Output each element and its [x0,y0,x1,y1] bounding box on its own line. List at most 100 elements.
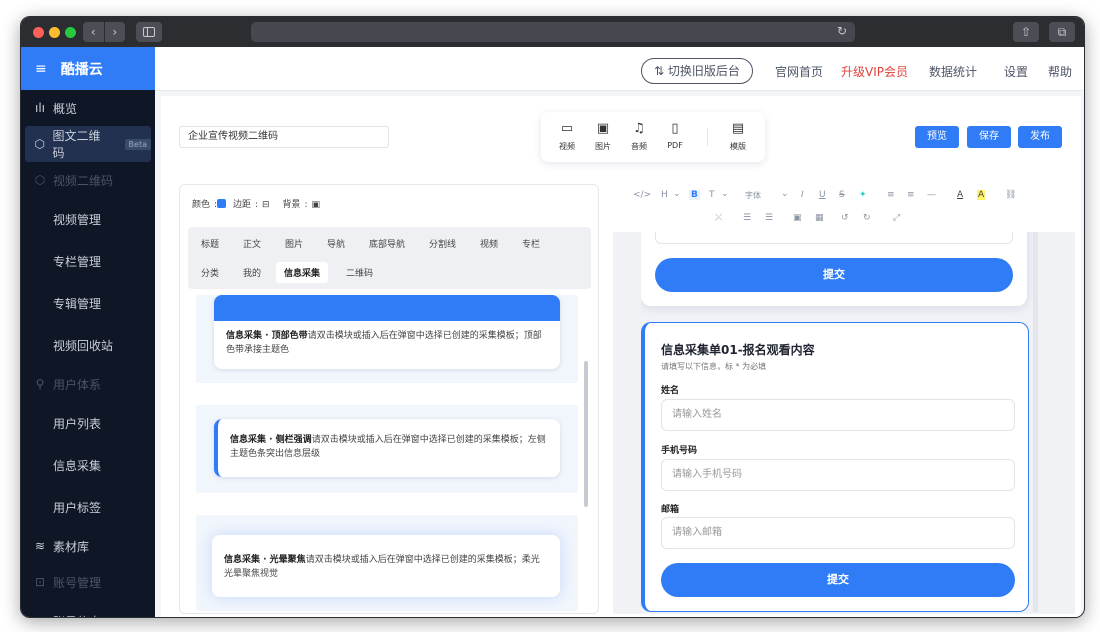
category-tab-active[interactable]: 信息采集 [276,262,329,283]
sidebar-item[interactable]: 视频回收站 [21,324,155,366]
submit-button[interactable]: 提交 [655,258,1013,292]
chevron-down-icon[interactable]: ⌄ [781,189,789,199]
sidebar-item[interactable]: 账号信息 [21,600,155,618]
category-tab[interactable]: 分类 [201,266,219,279]
title-input[interactable]: 企业宣传视频二维码 [179,126,389,148]
sidebar-item[interactable]: ⚲ 用户体系 [21,366,155,402]
insert-pdf-button[interactable]: ▯ PDF [660,121,690,150]
phone-input[interactable]: 请输入手机号码 [661,459,1015,491]
component-panel: 颜色: 边距: ⊟ 背景: ▣ 标题 正文 图片 导航 底部导航 分割线 视频 专栏… [179,184,599,614]
insert-audio-button[interactable]: ♫ 音频 [624,121,654,152]
underline-icon[interactable]: U [819,190,826,200]
chevron-down-icon[interactable]: ⌄ [721,189,729,199]
music-icon: ♫ [633,121,645,136]
table-icon[interactable]: ▦ [815,213,824,223]
redo-icon[interactable]: ↻ [863,213,871,223]
preview-scrollbar[interactable] [1033,232,1038,612]
sidebar-item[interactable]: ılı 概览 [21,90,155,126]
sidebar-item[interactable]: ⬡ 视频二维码 [21,162,155,198]
file-icon: ▯ [671,121,679,136]
back-icon[interactable]: ‹ [83,22,105,42]
top-nav: ⇅ 切换旧版后台 官网首页 升级VIP会员 数据统计 设置 帮助 [155,47,1084,91]
minimize-window-button[interactable] [49,27,60,38]
font-select[interactable]: 字体 [745,190,761,201]
heading-icon[interactable]: H [661,190,668,200]
menu-icon[interactable]: ≡ [35,61,47,77]
email-input[interactable]: 请输入邮箱 [661,517,1015,549]
text-size-icon[interactable]: T [709,190,715,200]
unordered-list-icon[interactable]: ☰ [765,213,773,223]
category-tab[interactable]: 图片 [285,237,303,250]
sidebar-toggle-button[interactable] [136,22,162,42]
category-tab[interactable]: 正文 [243,237,261,250]
sidebar-item-label: 素材库 [53,539,90,554]
share-icon[interactable]: ⇧ [1013,22,1039,42]
category-tab[interactable]: 分割线 [429,237,456,250]
clear-format-icon[interactable]: ⤬ [715,213,722,223]
background-image-icon[interactable]: ▣ [311,200,320,210]
color-swatch[interactable] [217,199,227,208]
horizontal-rule-icon[interactable]: — [927,190,936,200]
border-icon[interactable]: ⊟ [262,200,270,210]
sidebar-item[interactable]: 信息采集 [21,444,155,486]
sidebar-item[interactable]: 专栏管理 [21,240,155,282]
save-button[interactable]: 保存 [967,126,1011,148]
zoom-window-button[interactable] [65,27,76,38]
chevron-down-icon[interactable]: ⌄ [673,189,681,199]
image-icon[interactable]: ▣ [793,213,802,223]
category-tab[interactable]: 我的 [243,266,261,279]
partial-input[interactable] [655,232,1013,244]
preview-button[interactable]: 预览 [915,126,959,148]
template-item[interactable]: 信息采集 · 光晕聚焦请双击模块或插入后在弹窗中选择已创建的采集模板；柔光光晕聚… [196,515,578,611]
font-color-icon[interactable]: A [957,190,963,200]
category-tab[interactable]: 二维码 [346,266,373,279]
nav-help-link[interactable]: 帮助 [1048,63,1072,80]
form-card-selected[interactable]: 信息采集单01-报名观看内容 请填写以下信息，标 * 为必填 姓名 请输入姓名 … [641,322,1029,612]
sidebar-item[interactable]: ⊡ 账号管理 [21,564,155,600]
tabs-icon[interactable]: ⧉ [1049,22,1075,42]
magic-icon[interactable]: ✦ [859,190,867,200]
forward-icon[interactable]: › [105,22,126,42]
insert-video-button[interactable]: ▭ 视频 [552,121,582,152]
highlight-icon[interactable]: A [977,190,986,200]
sidebar-item[interactable]: ≋ 素材库 [21,528,155,564]
close-window-button[interactable] [33,27,44,38]
align-center-icon[interactable]: ≡ [907,190,915,200]
sidebar-item[interactable]: 用户标签 [21,486,155,528]
category-tab[interactable]: 导航 [327,237,345,250]
sidebar-item[interactable]: 视频管理 [21,198,155,240]
scrollbar[interactable] [584,361,588,507]
insert-image-button[interactable]: ▣ 图片 [588,121,618,152]
source-code-icon[interactable]: </> [633,190,651,200]
reload-icon[interactable]: ↻ [837,24,847,38]
category-tab[interactable]: 底部导航 [369,237,405,250]
address-bar[interactable]: ↻ [251,22,855,42]
template-button[interactable]: ▤ 模版 [723,121,753,152]
bold-icon[interactable]: B [689,190,700,200]
category-tab[interactable]: 视频 [480,237,498,250]
template-item[interactable]: 信息采集 · 侧栏强调请双击模块或插入后在弹窗中选择已创建的采集模板；左侧主题色… [196,405,578,493]
sidebar-item[interactable]: 用户列表 [21,402,155,444]
nav-home-link[interactable]: 官网首页 [775,63,823,80]
name-input[interactable]: 请输入姓名 [661,399,1015,431]
fullscreen-icon[interactable]: ⤢ [893,213,900,223]
nav-settings-link[interactable]: 设置 [1004,63,1028,80]
link-icon[interactable]: ⛓ [1005,190,1016,200]
sidebar-item[interactable]: 专辑管理 [21,282,155,324]
undo-icon[interactable]: ↺ [841,213,849,223]
align-left-icon[interactable]: ≡ [887,190,895,200]
nav-vip-link[interactable]: 升级VIP会员 [841,63,908,80]
template-item[interactable]: 信息采集 · 顶部色带请双击模块或插入后在弹窗中选择已创建的采集模板；顶部色带承… [196,295,578,383]
submit-button[interactable]: 提交 [661,563,1015,597]
sidebar-item[interactable]: ⬡ 图文二维码 Beta [25,126,151,162]
italic-icon[interactable]: I [801,190,804,200]
category-tab[interactable]: 标题 [201,237,219,250]
layout-icon: ▤ [731,121,745,136]
cube-icon: ⬡ [34,173,46,187]
switch-old-version-button[interactable]: ⇅ 切换旧版后台 [641,58,753,84]
strikethrough-icon[interactable]: S [839,190,845,200]
ordered-list-icon[interactable]: ☰ [743,213,751,223]
category-tab[interactable]: 专栏 [522,237,540,250]
nav-stats-link[interactable]: 数据统计 [929,63,977,80]
publish-button[interactable]: 发布 [1018,126,1062,148]
